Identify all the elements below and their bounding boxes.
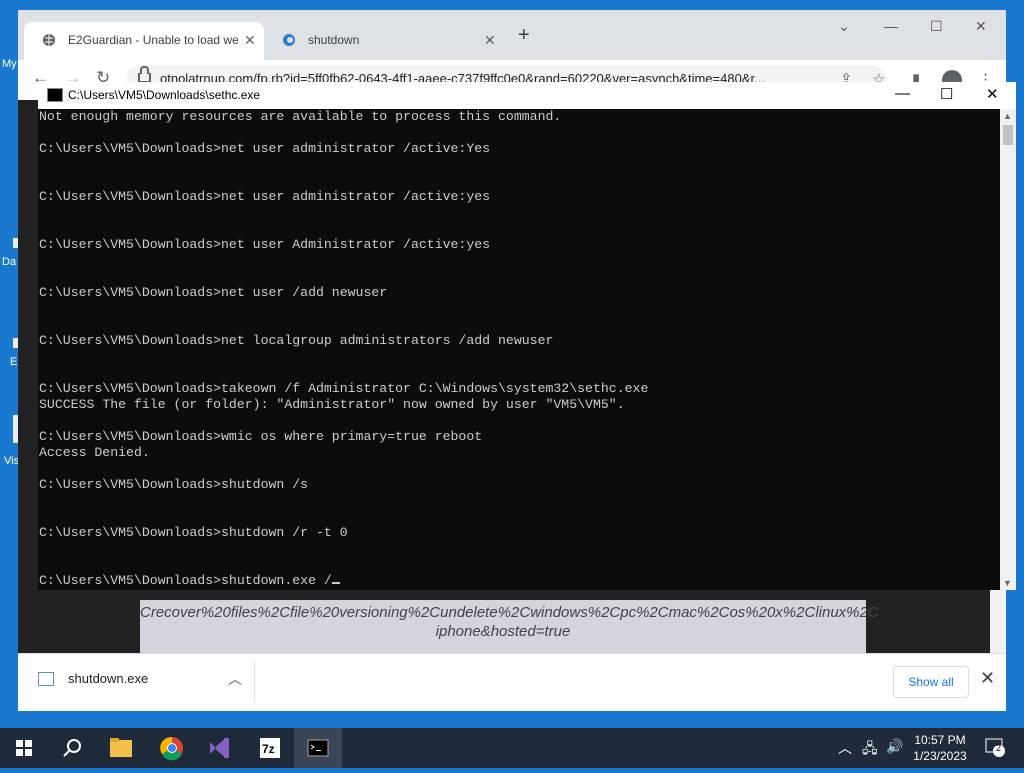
maximize-icon[interactable]: ☐ <box>940 85 953 103</box>
start-icon <box>16 740 32 756</box>
close-icon[interactable]: ✕ <box>244 32 256 49</box>
chrome-button[interactable] <box>148 728 196 768</box>
7zip-button[interactable]: 7z <box>246 728 294 768</box>
console-line: C:\Users\VM5\Downloads>net user Administ… <box>39 237 491 252</box>
desktop-icon-label: Vis <box>4 455 20 467</box>
cmd-icon <box>47 88 63 102</box>
console-line: C:\Users\VM5\Downloads>net user /add new… <box>39 285 388 300</box>
console-line: C:\Users\VM5\Downloads>wmic os where pri… <box>39 429 483 444</box>
tab-shutdown[interactable]: shutdown ✕ <box>264 22 504 60</box>
console-line: C:\Users\VM5\Downloads>shutdown /s <box>39 477 309 492</box>
download-item[interactable]: shutdown.exe ︿ <box>38 669 250 695</box>
console-line: C:\Users\VM5\Downloads>net localgroup ad… <box>39 333 554 348</box>
desktop-icon-label: My <box>2 58 17 70</box>
divider <box>254 662 255 702</box>
console-title-bar[interactable]: C:\Users\VM5\Downloads\sethc.exe — ☐ ✕ <box>38 82 1016 109</box>
globe-icon <box>43 34 55 46</box>
console-window: C:\Users\VM5\Downloads\sethc.exe — ☐ ✕ N… <box>38 82 1016 590</box>
scroll-up-icon[interactable]: ▲ <box>1003 111 1012 121</box>
search-button[interactable] <box>48 728 96 768</box>
taskbar: 7z ︿ 🖧 🔊 10:57 PM 1/23/2023 2 <box>0 728 1024 768</box>
console-line: C:\Users\VM5\Downloads>net user administ… <box>39 189 491 204</box>
console-line: C:\Users\VM5\Downloads>takeown /f Admini… <box>39 381 649 396</box>
visual-studio-icon <box>210 738 229 758</box>
svg-text:7z: 7z <box>262 742 275 756</box>
scroll-thumb[interactable] <box>1003 125 1013 145</box>
text-cursor <box>331 582 340 584</box>
search-icon <box>63 739 81 757</box>
notifications-button[interactable]: 2 <box>984 736 1006 761</box>
console-output[interactable]: Not enough memory resources are availabl… <box>38 109 1000 590</box>
notification-icon <box>985 738 1005 757</box>
console-text: Not enough memory resources are availabl… <box>38 109 1000 589</box>
console-line: C:\Users\VM5\Downloads>shutdown /r -t 0 <box>39 525 348 540</box>
edge-icon <box>283 34 295 46</box>
minimize-icon[interactable]: — <box>884 18 898 34</box>
clock[interactable]: 10:57 PM 1/23/2023 <box>910 732 970 764</box>
close-icon[interactable]: ✕ <box>980 668 995 689</box>
tab-title: E2Guardian - Unable to load web <box>68 33 238 47</box>
visual-studio-button[interactable] <box>196 728 244 768</box>
console-line: C:\Users\VM5\Downloads>net user administ… <box>39 141 491 156</box>
console-title: C:\Users\VM5\Downloads\sethc.exe <box>68 88 261 102</box>
download-filename: shutdown.exe <box>68 671 149 686</box>
tab-title: shutdown <box>308 33 360 47</box>
chrome-icon <box>160 736 183 761</box>
console-scrollbar[interactable]: ▲ ▼ <box>1000 109 1016 590</box>
console-line: Not enough memory resources are availabl… <box>39 109 562 124</box>
volume-icon[interactable]: 🔊 <box>886 738 903 755</box>
console-line: SUCCESS The file (or folder): "Administr… <box>39 397 625 412</box>
desktop-icon-label: Da <box>2 256 17 268</box>
new-tab-icon[interactable]: + <box>518 24 530 47</box>
console-line: C:\Users\VM5\Downloads>shutdown.exe / <box>39 573 332 588</box>
page-text-panel: Crecover%20files%2Cfile%20versioning%2Cu… <box>140 600 879 653</box>
download-bar: shutdown.exe ︿ Show all ✕ <box>18 653 1006 711</box>
cmd-button[interactable] <box>294 728 342 768</box>
notification-count: 2 <box>996 743 1002 753</box>
console-line: Access Denied. <box>39 445 150 460</box>
file-explorer-button[interactable] <box>97 728 145 768</box>
scroll-down-icon[interactable]: ▼ <box>1003 578 1012 588</box>
file-icon <box>38 672 54 686</box>
maximize-icon[interactable]: ☐ <box>930 18 943 35</box>
close-window-icon[interactable]: ✕ <box>975 18 987 35</box>
time-text: 10:57 PM <box>914 733 966 747</box>
cmd-icon <box>307 739 329 757</box>
page-text-line: iphone&hosted=true <box>435 623 571 640</box>
minimize-icon[interactable]: — <box>895 85 910 102</box>
desktop-icon-label: E <box>10 356 18 368</box>
page-text-line: Crecover%20files%2Cfile%20versioning%2Cu… <box>140 604 879 621</box>
close-icon[interactable]: ✕ <box>484 32 496 49</box>
date-text: 1/23/2023 <box>913 749 967 763</box>
7zip-icon: 7z <box>260 738 280 758</box>
show-all-button[interactable]: Show all <box>893 666 969 698</box>
start-button[interactable] <box>0 728 48 768</box>
tab-strip: E2Guardian - Unable to load web ✕ shutdo… <box>18 10 1006 60</box>
tab-e2guardian[interactable]: E2Guardian - Unable to load web ✕ <box>24 22 264 60</box>
chevron-up-icon[interactable]: ︿ <box>228 669 242 689</box>
file-explorer-icon <box>110 738 132 757</box>
network-icon[interactable]: 🖧 <box>862 738 878 762</box>
tab-search-icon[interactable]: ⌄ <box>838 18 850 35</box>
chevron-up-icon[interactable]: ︿ <box>838 738 852 758</box>
close-icon[interactable]: ✕ <box>986 85 999 103</box>
